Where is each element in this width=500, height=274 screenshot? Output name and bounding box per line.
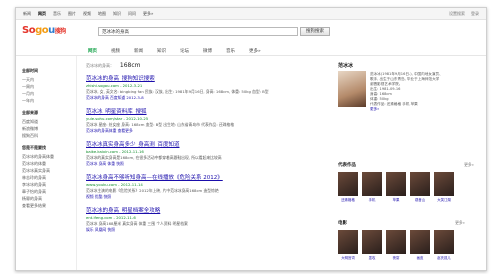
result-item: 范冰冰真实身高多少_身高测_百度知道 baike.kaixin.com - 20… [86,140,311,167]
time-filter[interactable]: 一月内 [22,90,72,97]
answer-label: 范冰冰的身高： [86,63,114,68]
top-nav-links: 新闻 网页 音乐 图片 视频 地图 知识 问问 更多» [23,11,153,17]
nav-link[interactable]: 更多» [143,11,153,17]
result-item: 范冰冰的身高_搜狗知识搜索 zhishi.sogou.com - 2012-3-… [86,74,311,101]
tab-web[interactable]: 网页 [88,48,97,54]
browser-frame: 新闻 网页 音乐 图片 视频 地图 知识 问问 更多» 设置搜索 登录 Sogo… [15,7,487,271]
more-link[interactable]: 更多» [370,107,478,112]
related-link[interactable]: 杨幂的身高 [22,195,72,202]
knowledge-panel: 范冰冰 范冰冰(1981年9月16日-), 中国内地女演员、 歌手, 出生于山东… [338,62,478,260]
time-filter[interactable]: 一周内 [22,83,72,90]
results-column: 范冰冰的身高： 168cm 范冰冰的身高_搜狗知识搜索 zhishi.sogou… [86,62,311,239]
related-header: 您是不是要找 [22,145,46,150]
result-sublink[interactable]: 范冰冰的身高 百度知道 2012-3-8 [86,95,311,101]
related-link[interactable]: 林志玲的身高 [22,174,72,181]
tab-video[interactable]: 视频 [111,48,120,54]
answer-value: 168cm [119,62,141,69]
work-thumb[interactable]: 手机 [362,172,382,202]
result-sublink[interactable]: 娱乐 凤凰网 快照 [86,227,311,233]
tab-music[interactable]: 音乐 [226,48,235,54]
movie-thumb[interactable]: 夜宴 [386,230,406,260]
related-link[interactable]: 查看更多结果 [22,202,72,209]
movie-thumb[interactable]: 画皮 [410,230,430,260]
work-thumb[interactable]: 观音山 [410,172,430,202]
sogou-logo[interactable]: Sogou搜狗 [22,25,66,36]
movie-thumb[interactable]: 墨攻 [362,230,382,260]
source-filter[interactable]: 百度知道 [22,118,72,125]
work-thumb[interactable]: 还珠格格 [338,172,358,202]
movie-thumbs: 大明宫词 墨攻 夜宴 画皮 赵氏孤儿 [338,230,454,260]
work-thumb[interactable]: 大笑江湖 [434,172,454,202]
time-filter[interactable]: 一年内 [22,97,72,104]
settings-link[interactable]: 设置搜索 [449,11,465,17]
result-snippet: 范冰冰 星座: 处女座 身高: 168cm 血型: B型 出生地: 山东省青岛市… [86,122,235,127]
search-tabs: 网页 视频 新闻 知识 论坛 微博 音乐 更多» [16,46,486,56]
related-link[interactable]: 李冰冰的身高 [22,181,72,188]
works-header: 代表作品 更多» [338,162,474,168]
person-card: 范冰冰 范冰冰(1981年9月16日-), 中国内地女演员、 歌手, 出生于山东… [338,62,478,112]
tab-more[interactable]: 更多» [249,48,261,54]
work-thumb[interactable]: 苹果 [386,172,406,202]
person-name[interactable]: 范冰冰 [338,62,478,69]
source-filter[interactable]: 新浪微博 [22,125,72,132]
nav-link[interactable]: 知识 [113,11,121,17]
search-button[interactable]: 搜狗搜索 [300,27,330,36]
person-info: 范冰冰(1981年9月16日-), 中国内地女演员、 歌手, 出生于山东青岛, … [370,72,478,112]
result-title[interactable]: 范冰冰身高不够听知身高—在线播放《危险关系 2012》 [86,173,311,181]
movie-thumb[interactable]: 赵氏孤儿 [434,230,454,260]
related-link[interactable]: 范冰冰的身高体重 [22,153,72,160]
works-more-link[interactable]: 更多» [464,162,474,168]
result-snippet: 范冰冰, 女, 英文名: bingbing fan 民族: 汉族, 出生: 19… [86,89,269,94]
movies-more-link[interactable]: 更多» [455,220,465,226]
time-header: 全部时间 [22,68,38,73]
result-item: 范冰冰身高不够听知身高—在线播放《危险关系 2012》 www.youku.co… [86,173,311,200]
divider [76,56,77,270]
result-title[interactable]: 范冰冰_明星资料库_搜狐 [86,107,311,115]
result-item: 范冰冰_明星资料库_搜狐 yule.sohu.com/star - 2012-1… [86,107,311,134]
source-filter[interactable]: 搜狗百科 [22,132,72,139]
tab-forum[interactable]: 论坛 [180,48,189,54]
source-header: 全部来源 [22,110,38,115]
nav-link[interactable]: 地图 [98,11,106,17]
login-link[interactable]: 登录 [471,11,479,17]
nav-link[interactable]: 图片 [68,11,76,17]
result-sublink[interactable]: 范冰冰 身高 体重 快照 [86,161,311,167]
result-title[interactable]: 范冰冰的身高_明星档案全攻略 [86,206,311,214]
result-url: yule.sohu.com/star - 2012-10-25 [86,116,149,121]
result-sublink[interactable]: 视频 优酷 快照 [86,194,311,200]
answer-box: 范冰冰的身高： 168cm [86,62,311,69]
result-url: baike.kaixin.com - 2012-11-16 [86,149,144,154]
time-filter[interactable]: 一天内 [22,76,72,83]
tab-news[interactable]: 新闻 [134,48,143,54]
movies-header: 电影 更多» [338,220,465,226]
nav-link[interactable]: 视频 [83,11,91,17]
result-url: www.youku.com - 2012-11-14 [86,182,143,187]
nav-link[interactable]: 新闻 [23,11,31,17]
related-link[interactable]: 范冰冰的体重 [22,160,72,167]
result-snippet: 范冰冰 身高168厘米 真实身高 体重 三围 个人资料 明星档案 [86,221,188,226]
result-title[interactable]: 范冰冰的身高_搜狗知识搜索 [86,74,311,82]
result-snippet: 范冰冰的真实身高是168cm, 在很多活动中都穿着高跟鞋出现, 所以看起来比较高 [86,155,222,160]
tab-knowledge[interactable]: 知识 [157,48,166,54]
nav-link-active[interactable]: 网页 [38,11,46,17]
person-photo[interactable] [338,71,366,107]
related-link[interactable]: 范冰冰真实身高 [22,167,72,174]
result-title[interactable]: 范冰冰真实身高多少_身高测_百度知道 [86,140,311,148]
result-item: 范冰冰的身高_明星档案全攻略 ent.ifeng.com - 2012-11-6… [86,206,311,233]
nav-link[interactable]: 问问 [128,11,136,17]
nav-link[interactable]: 音乐 [53,11,61,17]
result-url: ent.ifeng.com - 2012-11-6 [86,215,136,220]
result-snippet: 范冰冰主演的电影《危险关系》2012年上映, 片中范冰冰身高168cm 造型惊艳 [86,188,219,193]
top-nav: 新闻 网页 音乐 图片 视频 地图 知识 问问 更多» 设置搜索 登录 [16,8,486,20]
result-sublink[interactable]: 范冰冰的身高体重 查看更多 [86,128,311,134]
works-thumbs: 还珠格格 手机 苹果 观音山 大笑江湖 [338,172,454,202]
search-input[interactable]: 范冰冰的身高 [98,27,298,36]
tab-weibo[interactable]: 微博 [203,48,212,54]
movie-thumb[interactable]: 大明宫词 [338,230,358,260]
top-nav-right: 设置搜索 登录 [449,11,479,17]
result-url: zhishi.sogou.com - 2012-3-21 [86,83,143,88]
related-link[interactable]: 章子怡的身高 [22,188,72,195]
left-filters: 全部时间 一天内 一周内 一月内 一年内 全部来源 百度知道 新浪微博 搜狗百科… [22,68,72,209]
